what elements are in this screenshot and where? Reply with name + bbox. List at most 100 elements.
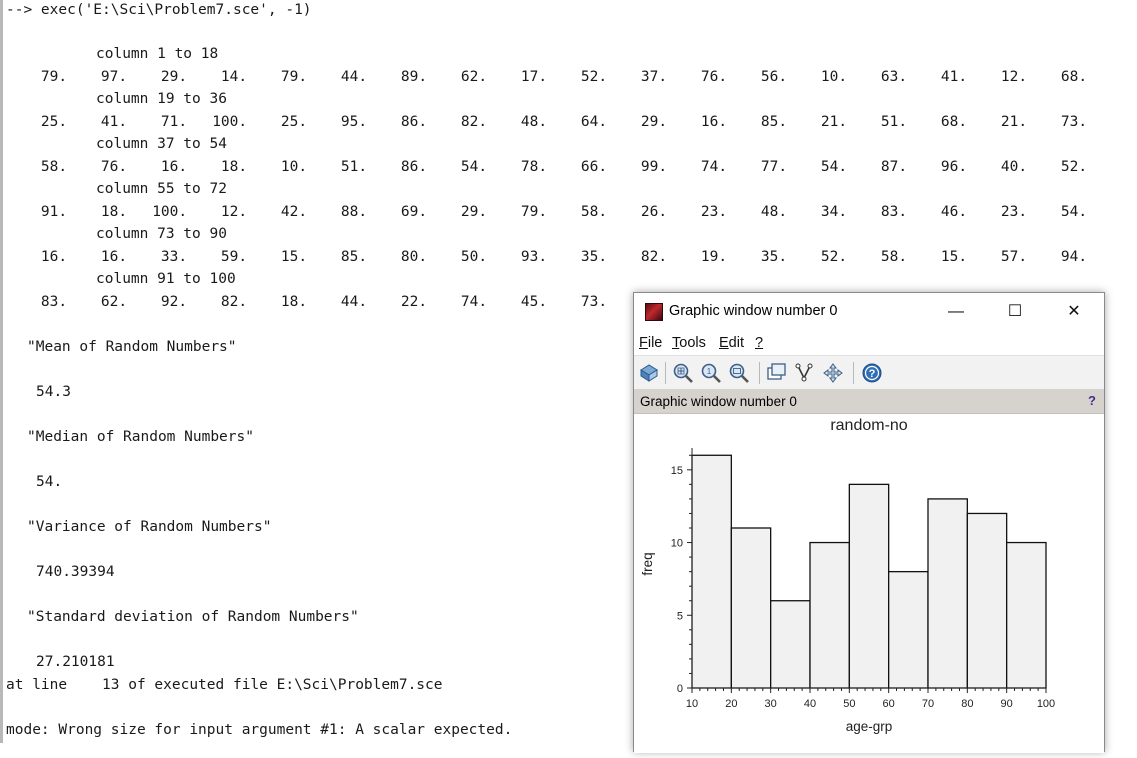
matrix-value: 18. <box>280 294 308 310</box>
minimize-button[interactable]: — <box>934 296 978 328</box>
matrix-value: 69. <box>400 204 428 220</box>
matrix-value: 44. <box>340 69 368 85</box>
matrix-value: 79. <box>40 69 68 85</box>
matrix-value: 100. <box>152 204 188 220</box>
matrix-value: 34. <box>820 204 848 220</box>
matrix-value: 52. <box>820 249 848 265</box>
matrix-value: 51. <box>340 159 368 175</box>
info-help-icon[interactable]: ? <box>1088 393 1096 408</box>
menu-file[interactable]: File <box>639 335 662 351</box>
matrix-value: 74. <box>460 294 488 310</box>
matrix-value: 46. <box>940 204 968 220</box>
matrix-value: 16. <box>700 114 728 130</box>
variance-label: "Variance of Random Numbers" <box>27 519 272 535</box>
histogram-bar <box>848 483 890 689</box>
matrix-value: 42. <box>280 204 308 220</box>
error-location: at line 13 of executed file E:\Sci\Probl… <box>6 677 443 693</box>
histogram-bar <box>770 600 811 689</box>
matrix-value: 37. <box>640 69 668 85</box>
x-axis-label: age-grp <box>846 719 893 734</box>
histogram-bar <box>730 527 772 689</box>
menu-edit[interactable]: Edit <box>719 335 744 351</box>
matrix-value: 96. <box>940 159 968 175</box>
matrix-value: 16. <box>160 159 188 175</box>
help-icon[interactable]: ? <box>861 362 883 384</box>
matrix-value: 25. <box>280 114 308 130</box>
matrix-value: 54. <box>1060 204 1088 220</box>
matrix-value: 99. <box>640 159 668 175</box>
matrix-value: 45. <box>520 294 548 310</box>
matrix-value: 59. <box>220 249 248 265</box>
matrix-value: 18. <box>100 204 128 220</box>
mean-label: "Mean of Random Numbers" <box>27 339 237 355</box>
std-value: 27.210181 <box>36 654 115 670</box>
matrix-value: 40. <box>1000 159 1028 175</box>
matrix-value: 29. <box>640 114 668 130</box>
matrix-value: 16. <box>40 249 68 265</box>
close-button[interactable]: ✕ <box>1052 296 1096 328</box>
matrix-value: 73. <box>1060 114 1088 130</box>
matrix-value: 10. <box>820 69 848 85</box>
matrix-value: 54. <box>460 159 488 175</box>
matrix-value: 21. <box>1000 114 1028 130</box>
std-label: "Standard deviation of Random Numbers" <box>27 609 359 625</box>
matrix-value: 21. <box>820 114 848 130</box>
x-tick-label: 100 <box>1037 698 1055 710</box>
maximize-button[interactable]: ☐ <box>993 296 1037 328</box>
matrix-value: 16. <box>100 249 128 265</box>
plot-area[interactable]: random-no age-grp freq 10 20 30 40 50 60 70 80 9… <box>634 414 1104 753</box>
edit-curve-icon[interactable] <box>794 362 816 384</box>
matrix-value: 12. <box>1000 69 1028 85</box>
rotate-icon[interactable] <box>638 362 660 384</box>
matrix-value: 66. <box>580 159 608 175</box>
x-tick-label: 10 <box>686 698 698 710</box>
toolbar-separator <box>759 362 760 384</box>
matrix-value: 52. <box>580 69 608 85</box>
median-label: "Median of Random Numbers" <box>27 429 254 445</box>
console-command-line: --> exec('E:\Sci\Problem7.sce', -1) <box>6 2 312 18</box>
x-tick-label: 50 <box>843 698 855 710</box>
x-tick-label: 60 <box>883 698 895 710</box>
matrix-value: 95. <box>340 114 368 130</box>
histogram-bar <box>888 570 929 689</box>
matrix-value: 41. <box>940 69 968 85</box>
datatip-icon[interactable] <box>766 362 788 384</box>
matrix-value: 71. <box>160 114 188 130</box>
matrix-value: 19. <box>700 249 728 265</box>
matrix-value: 68. <box>1060 69 1088 85</box>
matrix-value: 52. <box>1060 159 1088 175</box>
matrix-value: 80. <box>400 249 428 265</box>
matrix-value: 91. <box>40 204 68 220</box>
matrix-value: 48. <box>760 204 788 220</box>
matrix-value: 86. <box>400 159 428 175</box>
matrix-value: 94. <box>1060 249 1088 265</box>
info-bar: Graphic window number 0 ? <box>634 389 1104 414</box>
x-tick-label: 20 <box>725 698 737 710</box>
matrix-value: 82. <box>460 114 488 130</box>
graphic-window[interactable]: Graphic window number 0 — ☐ ✕ File Tools… <box>633 292 1105 753</box>
matrix-value: 48. <box>520 114 548 130</box>
matrix-value: 33. <box>160 249 188 265</box>
pan-icon[interactable] <box>822 362 844 384</box>
chart-title: random-no <box>830 417 907 434</box>
x-tick-label: 90 <box>1001 698 1013 710</box>
menu-tools[interactable]: Tools <box>672 335 706 351</box>
zoom-out-icon[interactable] <box>728 362 750 384</box>
menu-help[interactable]: ? <box>755 335 763 351</box>
histogram-bar <box>1006 541 1047 689</box>
minimize-icon: — <box>948 303 964 320</box>
window-titlebar[interactable]: Graphic window number 0 — ☐ ✕ <box>634 293 1104 331</box>
column-range-header: column 73 to 90 <box>96 226 227 242</box>
svg-text:?: ? <box>869 368 876 380</box>
zoom-reset-icon[interactable]: 1 <box>700 362 722 384</box>
window-title: Graphic window number 0 <box>669 303 838 319</box>
matrix-value: 15. <box>280 249 308 265</box>
matrix-value: 58. <box>580 204 608 220</box>
matrix-value: 51. <box>880 114 908 130</box>
error-message: mode: Wrong size for input argument #1: … <box>6 722 513 738</box>
matrix-value: 54. <box>820 159 848 175</box>
matrix-value: 62. <box>460 69 488 85</box>
zoom-area-icon[interactable] <box>672 362 694 384</box>
matrix-value: 74. <box>700 159 728 175</box>
matrix-value: 93. <box>520 249 548 265</box>
